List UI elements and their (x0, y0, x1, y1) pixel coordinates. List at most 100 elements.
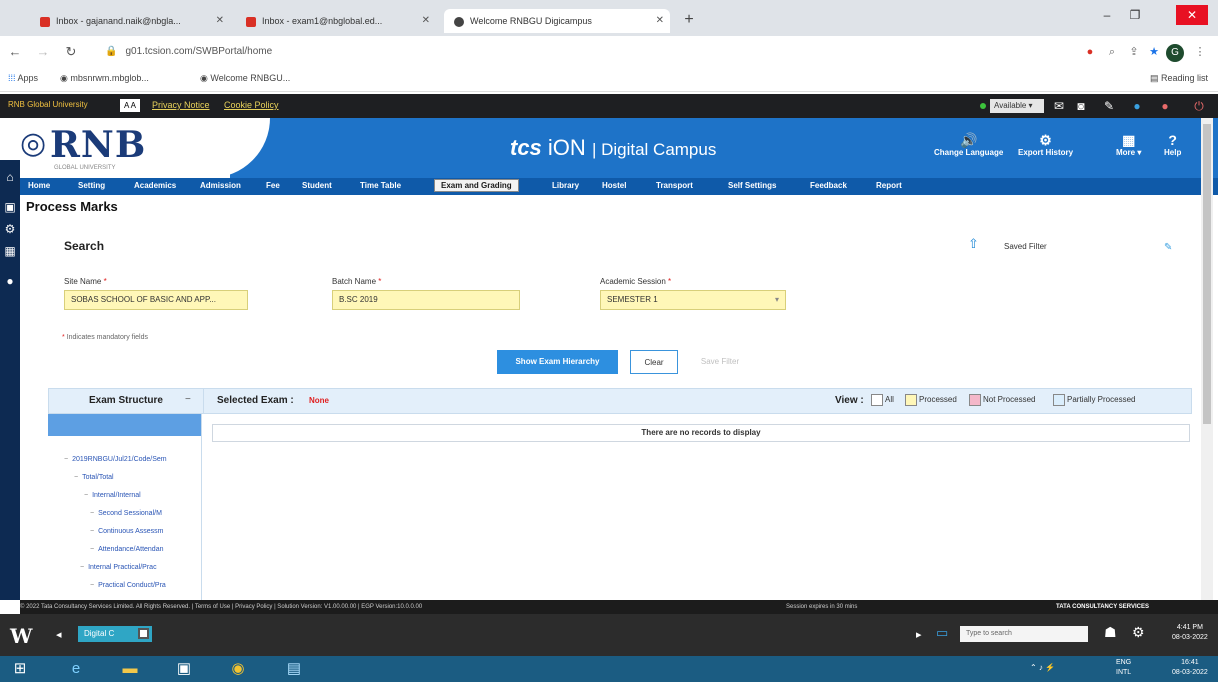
message-icon[interactable]: ✉ (1050, 98, 1068, 114)
tree-toggle-icon[interactable]: − (90, 510, 94, 517)
document-icon[interactable]: ▣ (3, 200, 17, 214)
bookmark-2[interactable]: ◉ Welcome RNBGU... (200, 73, 290, 84)
menu-report[interactable]: Report (876, 181, 902, 190)
tree-toggle-icon[interactable]: − (90, 528, 94, 535)
info-icon[interactable]: ● (1128, 98, 1146, 114)
cookie-policy-link[interactable]: Cookie Policy (224, 100, 279, 110)
edit-icon[interactable]: ✎ (1100, 98, 1118, 114)
export-history-button[interactable]: ⚙ Export History (1018, 132, 1073, 157)
site-name-field[interactable]: SOBAS SCHOOL OF BASIC AND APP... (64, 290, 248, 310)
browser-menu-icon[interactable]: ⋮ (1192, 44, 1208, 60)
url-field[interactable]: 🔒 g01.tcsion.com/SWBPortal/home (105, 42, 925, 62)
bookmark-1[interactable]: ◉ mbsnrwm.mbglob... (60, 73, 149, 84)
change-language-button[interactable]: 🔊 Change Language (934, 132, 1003, 157)
scrollbar-thumb[interactable] (1203, 124, 1211, 424)
menu-setting[interactable]: Setting (78, 181, 105, 190)
font-size-toggle[interactable]: A A (120, 99, 140, 112)
chrome-taskbar-icon[interactable]: ◉ (226, 659, 250, 679)
internet-explorer-icon[interactable]: e (64, 659, 88, 679)
close-tab-icon[interactable]: ✕ (656, 9, 664, 33)
share-icon[interactable]: ⇪ (1126, 44, 1142, 60)
calendar-icon[interactable]: ▦ (3, 244, 17, 258)
profile-avatar[interactable]: G (1166, 44, 1184, 62)
menu-self-settings[interactable]: Self Settings (728, 181, 776, 190)
gear-icon[interactable]: ⚙ (1132, 624, 1145, 641)
folder-icon[interactable]: ▭ (936, 625, 948, 641)
filter-edit-icon[interactable]: ✎ (1164, 242, 1172, 253)
tree-toggle-icon[interactable]: − (90, 546, 94, 553)
reload-icon[interactable]: ↻ (62, 43, 80, 61)
minimize-icon[interactable]: – (1094, 5, 1120, 25)
legend-all[interactable]: All (871, 394, 894, 406)
word-taskbar-icon[interactable]: ▤ (282, 659, 306, 679)
camera-icon[interactable]: ◙ (1072, 98, 1090, 114)
tree-selected-row[interactable] (48, 414, 201, 436)
close-tab-icon[interactable]: ✕ (216, 9, 224, 33)
tree-toggle-icon[interactable]: − (64, 456, 68, 463)
legend-partially-processed[interactable]: Partially Processed (1053, 394, 1135, 406)
privacy-notice-link[interactable]: Privacy Notice (152, 100, 210, 110)
tree-item[interactable]: − Continuous Assessm (90, 528, 163, 535)
close-window-icon[interactable]: ✕ (1176, 5, 1208, 25)
tree-item[interactable]: − Internal/Internal (84, 492, 141, 499)
tree-item[interactable]: − Second Sessional/M (90, 510, 162, 517)
page-scrollbar[interactable] (1201, 118, 1213, 600)
tree-toggle-icon[interactable]: − (80, 564, 84, 571)
menu-exam-and-grading[interactable]: Exam and Grading (434, 179, 519, 192)
reading-list[interactable]: ▤ Reading list (1150, 73, 1208, 84)
browser-tab-inbox-2[interactable]: Inbox - exam1@nbglobal.ed... ✕ (236, 9, 436, 33)
batch-name-field[interactable]: B.SC 2019 (332, 290, 520, 310)
back-icon[interactable]: ← (6, 43, 24, 61)
maximize-icon[interactable]: ❐ (1122, 5, 1148, 25)
menu-academics[interactable]: Academics (134, 181, 176, 190)
new-tab-button[interactable]: + (680, 11, 698, 29)
help-button[interactable]: ? Help (1164, 132, 1181, 157)
menu-hostel[interactable]: Hostel (602, 181, 626, 190)
browser-tab-inbox-1[interactable]: Inbox - gajanand.naik@nbgla... ✕ (30, 9, 230, 33)
tree-item[interactable]: −2019RNBGU/Jul21/Code/Sem (64, 456, 167, 463)
tree-toggle-icon[interactable]: − (90, 582, 94, 589)
upload-icon[interactable]: ⇧ (968, 236, 979, 252)
bookmark-apps[interactable]: ⁞⁞⁞ Apps (8, 73, 38, 83)
outlook-icon[interactable]: ▣ (172, 659, 196, 679)
input-language[interactable]: ENG INTL (1116, 658, 1131, 678)
remote-tab[interactable]: Digital C (78, 626, 152, 642)
tree-item[interactable]: − Practical Conduct/Pra (90, 582, 166, 589)
tray-icons[interactable]: ⌃ ♪ ⚡ (1030, 663, 1055, 672)
extension-icon[interactable]: ● (1082, 44, 1098, 60)
legend-processed[interactable]: Processed (905, 394, 957, 406)
power-icon[interactable]: ⏻ (1190, 98, 1208, 114)
tree-item[interactable]: − Total/Total (74, 474, 114, 481)
menu-transport[interactable]: Transport (656, 181, 693, 190)
legend-not-processed[interactable]: Not Processed (969, 394, 1035, 406)
close-tab-icon[interactable]: ✕ (422, 9, 430, 33)
show-exam-hierarchy-button[interactable]: Show Exam Hierarchy (497, 350, 618, 374)
zoom-icon[interactable]: ⌕ (1104, 44, 1120, 60)
menu-home[interactable]: Home (28, 181, 50, 190)
menu-time-table[interactable]: Time Table (360, 181, 401, 190)
forward-icon[interactable]: → (34, 43, 52, 61)
menu-admission[interactable]: Admission (200, 181, 241, 190)
tree-item[interactable]: − Attendance/Attendan (90, 546, 163, 553)
star-icon[interactable]: ★ (1146, 44, 1162, 60)
browser-tab-digicampus[interactable]: Welcome RNBGU Digicampus ✕ (444, 9, 670, 33)
menu-student[interactable]: Student (302, 181, 332, 190)
menu-feedback[interactable]: Feedback (810, 181, 847, 190)
settings-icon[interactable]: ⚙ (3, 222, 17, 236)
file-explorer-icon[interactable]: ▬ (118, 659, 142, 679)
save-filter-button[interactable]: Save Filter (690, 350, 750, 374)
saved-filter-label[interactable]: Saved Filter (1004, 242, 1047, 251)
next-arrow-icon[interactable]: ▸ (916, 628, 922, 641)
windows-start-icon[interactable]: ⊞ (8, 659, 32, 679)
user-group-icon[interactable]: ● (3, 274, 17, 288)
tree-toggle-icon[interactable]: − (84, 492, 88, 499)
user-icon[interactable]: ● (1156, 98, 1174, 114)
menu-library[interactable]: Library (552, 181, 579, 190)
tree-toggle-icon[interactable]: − (74, 474, 78, 481)
people-icon[interactable]: ☗ (1104, 624, 1117, 641)
collapse-icon[interactable]: − (185, 394, 191, 405)
academic-session-select[interactable]: SEMESTER 1 ▾ (600, 290, 786, 310)
clear-button[interactable]: Clear (630, 350, 678, 374)
menu-fee[interactable]: Fee (266, 181, 280, 190)
stop-icon[interactable] (138, 628, 149, 639)
